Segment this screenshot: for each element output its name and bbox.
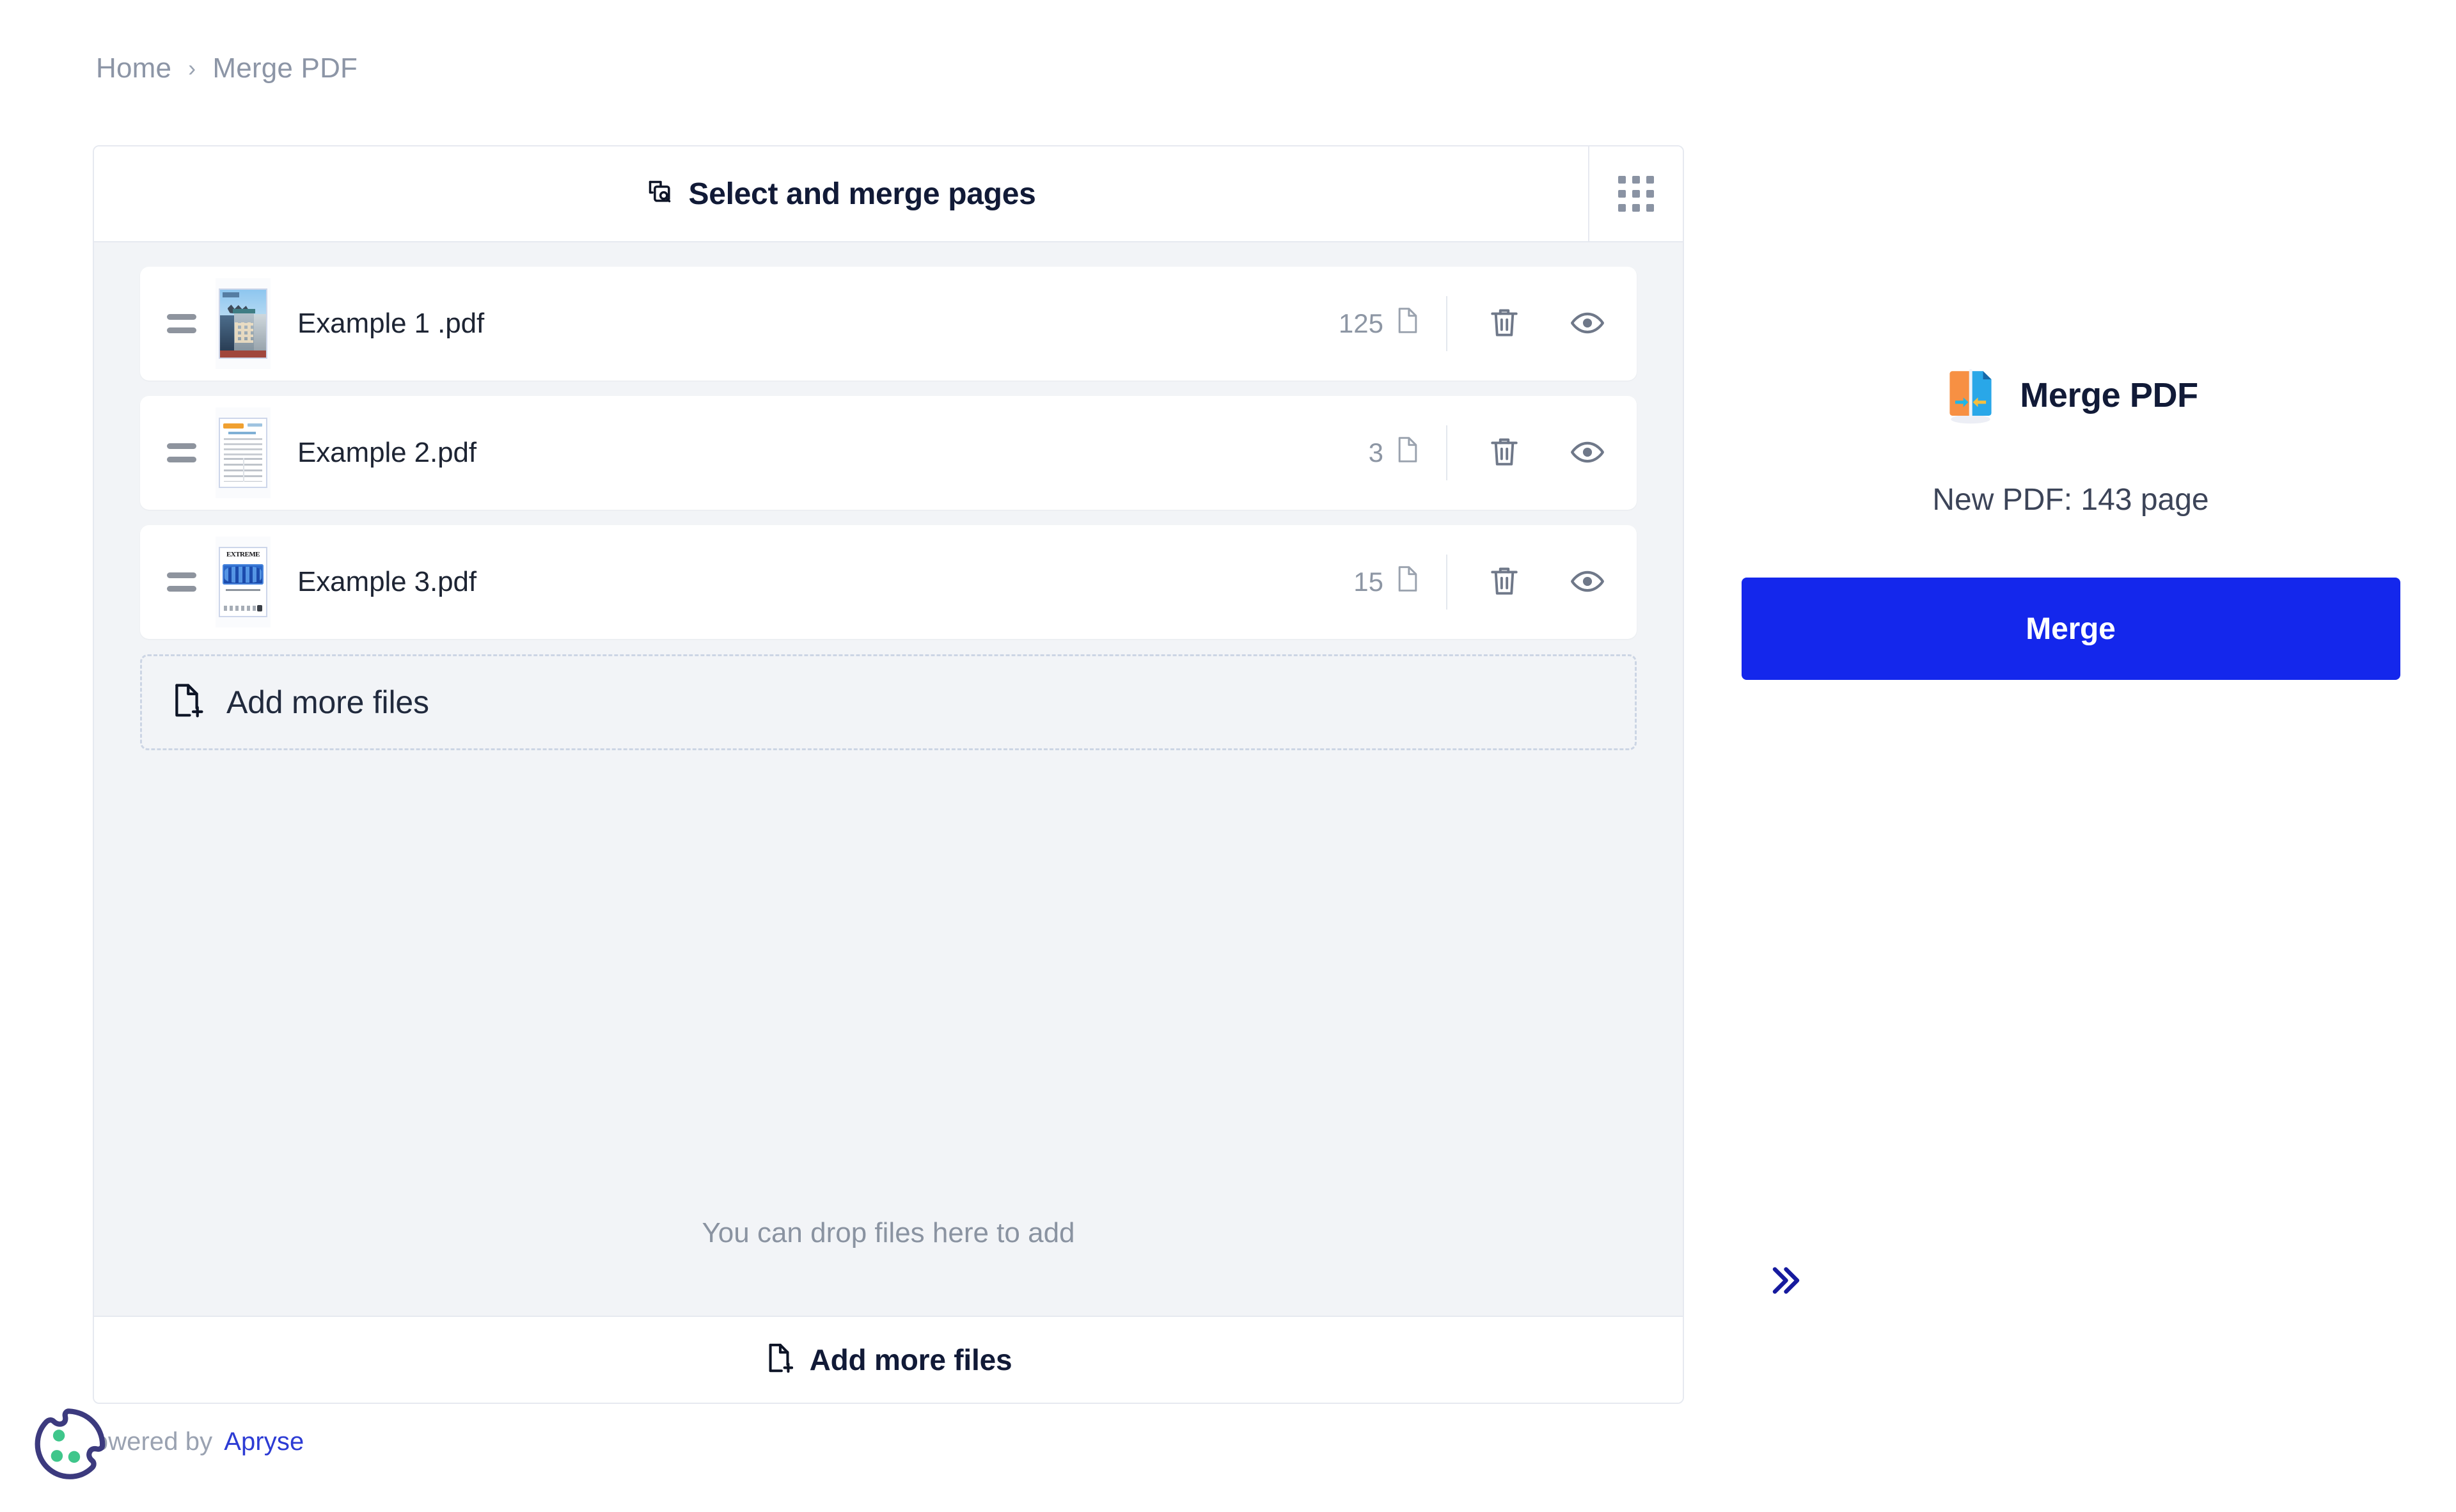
eye-icon: [1570, 439, 1605, 467]
row-actions: [1447, 429, 1611, 476]
delete-file-button[interactable]: [1481, 300, 1528, 347]
trash-icon: [1488, 435, 1520, 471]
file-thumbnail: [216, 407, 271, 498]
add-more-files-dropzone[interactable]: Add more files: [140, 654, 1637, 750]
table-row[interactable]: EXTREME Example 3.pdf 15: [140, 525, 1637, 639]
merge-pdf-title: Merge PDF: [2020, 375, 2198, 415]
document-page-icon: [1395, 436, 1421, 470]
expand-panel-button[interactable]: [1765, 1261, 1804, 1303]
file-list-dropzone[interactable]: Example 1 .pdf 125: [94, 242, 1683, 1316]
grid-view-icon: [1618, 176, 1654, 212]
row-actions: [1447, 300, 1611, 347]
delete-file-button[interactable]: [1481, 429, 1528, 476]
delete-file-button[interactable]: [1481, 558, 1528, 606]
table-row[interactable]: Example 2.pdf 3: [140, 396, 1637, 510]
drag-handle-icon[interactable]: [159, 314, 204, 333]
breadcrumb-separator-icon: ›: [188, 55, 196, 82]
preview-file-button[interactable]: [1564, 300, 1611, 347]
page-count-value: 125: [1339, 308, 1383, 339]
preview-file-button[interactable]: [1564, 429, 1611, 476]
preview-file-button[interactable]: [1564, 558, 1611, 606]
thumbnail-title-text: EXTREME: [220, 551, 266, 558]
file-thumbnail: EXTREME: [216, 537, 271, 627]
merge-pdf-icon: [1943, 366, 1998, 425]
apryse-link[interactable]: Apryse: [224, 1428, 304, 1456]
trash-icon: [1488, 306, 1520, 342]
file-name: Example 1 .pdf: [297, 308, 1339, 340]
file-name: Example 3.pdf: [297, 566, 1353, 598]
drag-handle-icon[interactable]: [159, 572, 204, 592]
merge-button[interactable]: Merge: [1742, 578, 2400, 680]
cookie-consent-button[interactable]: [24, 1402, 114, 1492]
add-more-files-footer-label: Add more files: [810, 1343, 1012, 1377]
eye-icon: [1570, 569, 1605, 596]
new-pdf-summary: New PDF: 143 page: [1932, 482, 2208, 517]
merge-pdf-heading: Merge PDF: [1943, 366, 2198, 425]
card-header-title-wrap: Select and merge pages: [94, 146, 1588, 241]
document-page-icon: [1395, 565, 1421, 599]
add-more-files-label: Add more files: [226, 684, 429, 721]
cookie-consent-icon: [24, 1483, 114, 1494]
page-count: 125: [1339, 306, 1446, 341]
page-count: 15: [1353, 565, 1446, 599]
breadcrumb-home-link[interactable]: Home: [96, 52, 171, 84]
page-count-value: 15: [1353, 567, 1383, 597]
merge-panel: Select and merge pages Example 1 .pdf 12…: [93, 145, 1684, 1404]
file-thumbnail: [216, 278, 271, 369]
eye-icon: [1570, 310, 1605, 338]
page-count-value: 3: [1369, 437, 1383, 468]
breadcrumb-current: Merge PDF: [212, 52, 358, 84]
add-more-files-button[interactable]: Add more files: [94, 1316, 1683, 1403]
drag-handle-icon[interactable]: [159, 443, 204, 462]
drop-hint-text: You can drop files here to add: [94, 1217, 1683, 1249]
merge-summary-panel: Merge PDF New PDF: 143 page Merge: [1685, 145, 2456, 1404]
breadcrumb: Home › Merge PDF: [96, 52, 358, 84]
file-plus-icon: [765, 1343, 793, 1378]
table-row[interactable]: Example 1 .pdf 125: [140, 267, 1637, 381]
row-actions: [1447, 558, 1611, 606]
card-header: Select and merge pages: [94, 146, 1683, 242]
double-chevron-right-icon: [1765, 1291, 1804, 1302]
file-plus-icon: [170, 682, 203, 723]
grid-view-button[interactable]: [1588, 146, 1683, 241]
trash-icon: [1488, 564, 1520, 601]
page-search-icon: [647, 178, 675, 210]
file-name: Example 2.pdf: [297, 437, 1369, 469]
card-header-title: Select and merge pages: [689, 177, 1036, 212]
document-page-icon: [1395, 306, 1421, 341]
page-count: 3: [1369, 436, 1446, 470]
